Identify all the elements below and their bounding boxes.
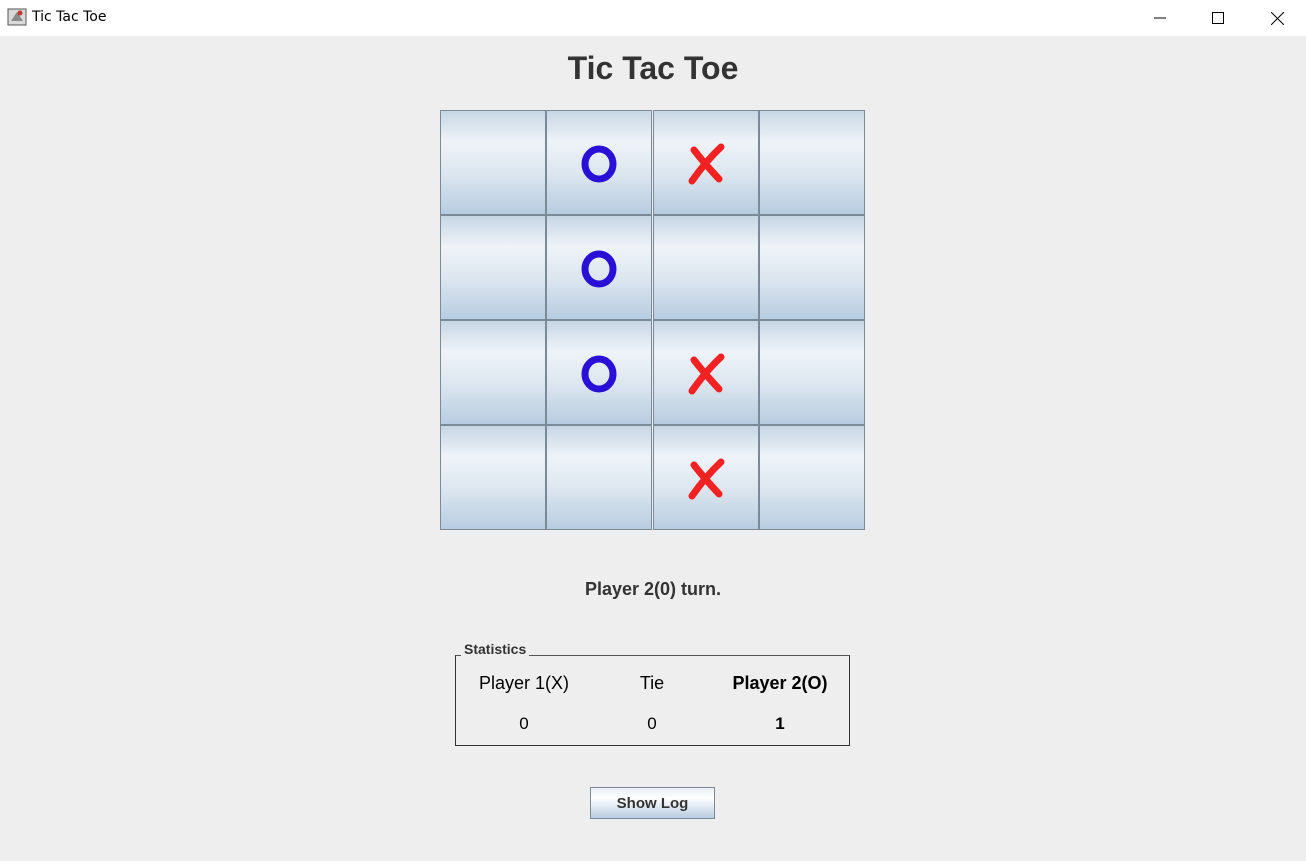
stat-value-tie: 0	[647, 714, 657, 733]
game-heading: Tic Tac Toe	[567, 50, 739, 86]
board-cell-r1c2[interactable]	[546, 110, 652, 215]
board-cell-r1c4[interactable]	[759, 110, 865, 215]
board-cell-r2c1[interactable]	[440, 215, 546, 320]
minimize-button[interactable]	[1131, 0, 1189, 36]
stat-header-player1: Player 1(X)	[478, 673, 570, 693]
close-icon	[1270, 11, 1284, 25]
board-cell-r1c3[interactable]	[653, 110, 759, 215]
statistics-panel: Player 1(X) Tie Player 2(O) 0 0 1	[455, 655, 850, 746]
maximize-icon	[1212, 12, 1224, 24]
x-mark-icon	[688, 143, 725, 184]
board-cell-r4c1[interactable]	[440, 425, 546, 530]
board-cell-r1c1[interactable]	[440, 110, 546, 215]
show-log-button[interactable]: Show Log	[590, 787, 715, 819]
board-cell-r4c4[interactable]	[759, 425, 865, 530]
x-mark-icon	[688, 458, 725, 499]
o-mark-icon	[581, 250, 617, 287]
stat-header-player2: Player 2(O)	[732, 673, 828, 693]
java-app-icon	[7, 7, 27, 27]
x-mark-icon	[688, 353, 725, 394]
turn-status: Player 2(0) turn.	[584, 579, 722, 599]
stat-value-player2: 1	[775, 714, 785, 733]
board-cell-r3c4[interactable]	[759, 320, 865, 425]
board-cell-r2c3[interactable]	[653, 215, 759, 320]
board-cell-r3c3[interactable]	[653, 320, 759, 425]
stat-value-player1: 0	[519, 714, 529, 733]
minimize-icon	[1154, 17, 1166, 19]
close-button[interactable]	[1248, 0, 1306, 36]
o-mark-icon	[581, 145, 617, 182]
board-cell-r3c1[interactable]	[440, 320, 546, 425]
maximize-button[interactable]	[1189, 0, 1247, 36]
window-title: Tic Tac Toe	[32, 9, 107, 25]
o-mark-icon	[581, 355, 617, 392]
window-titlebar: Tic Tac Toe	[0, 0, 1306, 36]
board-cell-r2c2[interactable]	[546, 215, 652, 320]
board-cell-r3c2[interactable]	[546, 320, 652, 425]
board-cell-r2c4[interactable]	[759, 215, 865, 320]
statistics-legend: Statistics	[461, 641, 530, 657]
stat-header-tie: Tie	[639, 673, 665, 693]
board-cell-r4c3[interactable]	[653, 425, 759, 530]
board-cell-r4c2[interactable]	[546, 425, 652, 530]
game-board	[440, 110, 865, 530]
